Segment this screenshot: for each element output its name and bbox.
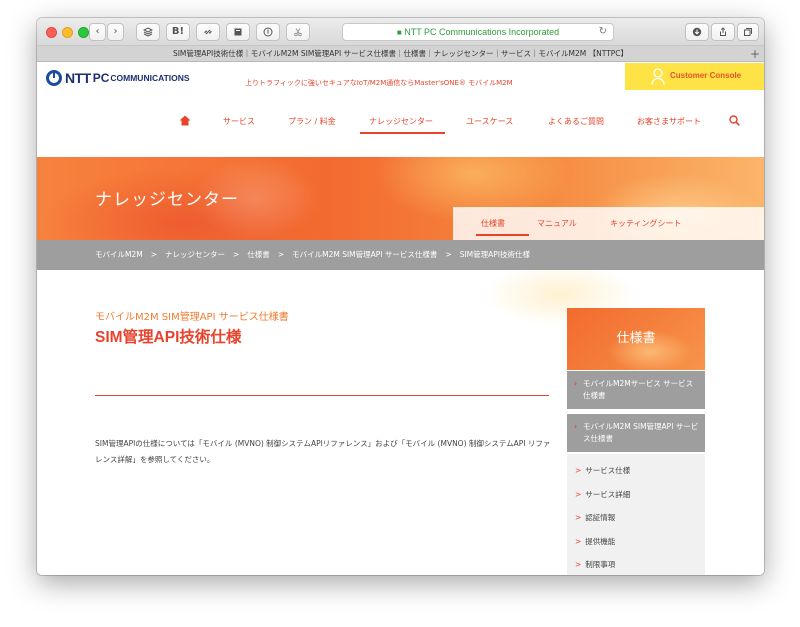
header-tagline[interactable]: 上りトラフィックに強いセキュアなIoT/M2M通信ならMaster'sONE® … bbox=[245, 78, 513, 88]
intro-paragraph: SIM管理APIの仕様については「モバイル (MVNO) 制御システムAPIリフ… bbox=[95, 439, 551, 464]
sidebar-group-sim-api-spec[interactable]: モバイルM2M SIM管理API サービス仕様書 bbox=[567, 414, 705, 452]
subtab-manual[interactable]: マニュアル bbox=[537, 218, 577, 229]
page-kicker: モバイルM2M SIM管理API サービス仕様書 bbox=[95, 312, 289, 323]
sidebar-heading[interactable]: 仕様書 bbox=[567, 308, 705, 370]
note-icon bbox=[234, 28, 242, 36]
link-extension-button[interactable] bbox=[196, 23, 220, 41]
subtab-kitting-sheet[interactable]: キッティングシート bbox=[610, 218, 682, 229]
breadcrumb-item[interactable]: 仕様書 bbox=[247, 250, 270, 259]
hatena-bookmark-button[interactable]: B! bbox=[166, 23, 190, 41]
layers-icon bbox=[142, 27, 154, 37]
sidebar-item-features[interactable]: > 提供機能 bbox=[575, 536, 615, 547]
nav-item-knowledge-center[interactable]: ナレッジセンター bbox=[369, 116, 433, 127]
tabs-icon bbox=[744, 28, 752, 36]
banner-title: ナレッジセンター bbox=[95, 190, 239, 210]
logo-pc-text: PC bbox=[92, 71, 110, 85]
breadcrumb-item[interactable]: モバイルM2M bbox=[95, 250, 143, 259]
share-button[interactable] bbox=[711, 23, 735, 41]
sidebar-item-label: サービス仕様 bbox=[585, 466, 631, 475]
nav-item-plan[interactable]: プラン / 料金 bbox=[288, 116, 336, 127]
nav-item-faq[interactable]: よくあるご質問 bbox=[548, 116, 604, 127]
home-icon[interactable] bbox=[179, 115, 191, 126]
zoom-window-button[interactable] bbox=[78, 27, 89, 38]
address-bar[interactable]: ■ NTT PC Communications Incorporated ↻ bbox=[342, 23, 614, 41]
forward-button[interactable]: › bbox=[107, 23, 124, 41]
customer-console-button[interactable]: Customer Console bbox=[625, 63, 764, 90]
chevron-right-icon: > bbox=[575, 513, 582, 522]
breadcrumb-separator: > bbox=[445, 250, 452, 259]
breadcrumb-current: SIM管理API技術仕様 bbox=[459, 250, 531, 259]
close-window-button[interactable] bbox=[46, 27, 57, 38]
tab-bar: SIM管理API技術仕様｜モバイルM2M SIM管理API サービス仕様書｜仕様… bbox=[37, 46, 764, 62]
info-circle-icon bbox=[263, 27, 273, 37]
person-icon bbox=[651, 68, 665, 85]
download-icon bbox=[692, 27, 702, 37]
breadcrumb-separator: > bbox=[150, 250, 158, 259]
sidebar-item-label: 制限事項 bbox=[585, 560, 616, 569]
ntt-pc-logo[interactable]: NTT PC COMMUNICATIONS bbox=[46, 70, 190, 86]
nav-item-use-cases[interactable]: ユースケース bbox=[466, 116, 513, 127]
sidebar-item-service-details[interactable]: > サービス詳細 bbox=[575, 489, 630, 500]
breadcrumb: モバイルM2M > ナレッジセンター > 仕様書 > モバイルM2M SIM管理API サー… bbox=[37, 240, 764, 270]
breadcrumb-separator: > bbox=[233, 250, 240, 259]
breadcrumb-separator: > bbox=[277, 250, 285, 259]
chevron-right-icon: > bbox=[575, 560, 582, 569]
browser-window: ‹ › B! ■ NTT PC Communications Incorpora… bbox=[37, 18, 764, 575]
back-button[interactable]: ‹ bbox=[89, 23, 106, 41]
chevron-right-icon: > bbox=[575, 537, 582, 546]
ntt-ring-logo-icon bbox=[46, 70, 62, 86]
downloads-button[interactable] bbox=[685, 23, 709, 41]
hatena-bookmark-label: B! bbox=[171, 26, 185, 37]
layers-extension-button[interactable] bbox=[136, 23, 160, 41]
chevron-right-icon: > bbox=[575, 466, 582, 475]
breadcrumb-item[interactable]: モバイルM2M SIM管理API サービス仕様書 bbox=[292, 250, 437, 259]
sidebar-item-service-spec[interactable]: > サービス仕様 bbox=[575, 465, 630, 476]
info-extension-button[interactable] bbox=[256, 23, 280, 41]
title-bar: ‹ › B! ■ NTT PC Communications Incorpora… bbox=[37, 18, 764, 46]
reload-icon[interactable]: ↻ bbox=[599, 24, 607, 40]
page-banner: ナレッジセンター 仕様書 マニュアル キッティングシート bbox=[37, 157, 764, 240]
notes-extension-button[interactable] bbox=[226, 23, 250, 41]
nav-active-underline bbox=[360, 132, 445, 134]
chevron-left-icon: ‹ bbox=[95, 26, 100, 37]
tab-overview-button[interactable] bbox=[737, 23, 759, 41]
lock-icon: ■ bbox=[396, 28, 402, 37]
sidebar-subitems: > サービス仕様 > サービス詳細 > 認証情報 > 提供機能 > 制限事項 bbox=[567, 454, 705, 575]
nav-item-support[interactable]: お客さまサポート bbox=[637, 116, 701, 127]
nav-item-service[interactable]: サービス bbox=[223, 116, 255, 127]
subtab-active-underline bbox=[476, 234, 529, 236]
active-tab-title[interactable]: SIM管理API技術仕様｜モバイルM2M SIM管理API サービス仕様書｜仕様… bbox=[173, 49, 628, 58]
sidebar-item-label: サービス詳細 bbox=[585, 490, 631, 499]
title-divider bbox=[95, 395, 549, 396]
logo-ntt-text: NTT bbox=[65, 70, 91, 86]
page-content: NTT PC COMMUNICATIONS 上りトラフィックに強いセキュアなIo… bbox=[37, 63, 764, 575]
sidebar-group-service-spec[interactable]: モバイルM2Mサービス サービス仕様書 bbox=[567, 371, 705, 409]
chevron-right-icon: › bbox=[113, 26, 118, 37]
page-title: SIM管理API技術仕様 bbox=[95, 329, 242, 346]
breadcrumb-item[interactable]: ナレッジセンター bbox=[165, 250, 225, 259]
address-bar-text: NTT PC Communications Incorporated bbox=[404, 27, 560, 37]
sidebar-item-label: 提供機能 bbox=[585, 537, 616, 546]
sidebar-item-auth-info[interactable]: > 認証情報 bbox=[575, 512, 615, 523]
main-nav: サービス プラン / 料金 ナレッジセンター ユースケース よくあるご質問 お客… bbox=[37, 115, 764, 139]
new-tab-plus-icon[interactable]: + bbox=[750, 46, 760, 62]
customer-console-label: Customer Console bbox=[670, 71, 742, 80]
logo-communications-text: COMMUNICATIONS bbox=[110, 73, 190, 83]
banner-subtabs: 仕様書 マニュアル キッティングシート bbox=[453, 207, 764, 240]
sidebar-item-label: 認証情報 bbox=[585, 513, 616, 522]
link-icon bbox=[204, 29, 212, 35]
scissors-extension-button[interactable] bbox=[286, 23, 310, 41]
chevron-right-icon: > bbox=[575, 490, 582, 499]
minimize-window-button[interactable] bbox=[62, 27, 73, 38]
subtab-specifications[interactable]: 仕様書 bbox=[481, 218, 505, 229]
scissors-icon bbox=[294, 28, 302, 37]
sidebar-item-limitations[interactable]: > 制限事項 bbox=[575, 559, 615, 570]
share-icon bbox=[720, 27, 726, 36]
search-icon[interactable] bbox=[729, 115, 740, 126]
